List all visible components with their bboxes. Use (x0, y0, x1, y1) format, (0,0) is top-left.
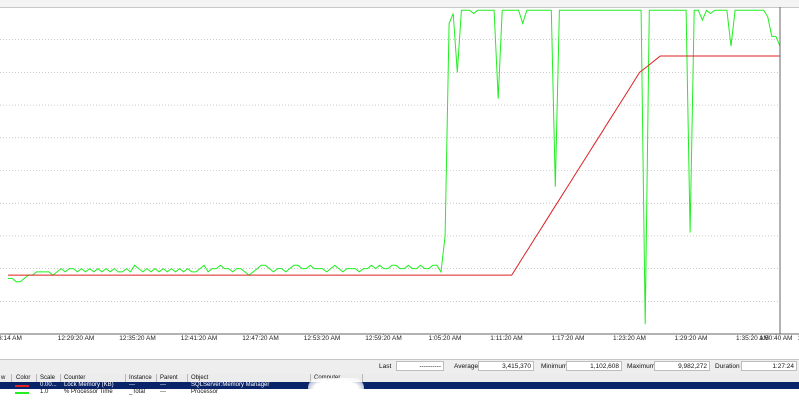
x-tick-label: 1:11:20 AM (490, 335, 523, 342)
row-object: SQLServer:Memory Manager (191, 382, 270, 388)
last-label: Last (379, 363, 392, 370)
x-tick-label: 12:29:20 AM (57, 335, 95, 342)
legend-row-lock-memory[interactable]: 0.00... Lock Memory (KB) --- --- SQLServ… (0, 382, 799, 389)
x-tick-label: 12:35:20 AM (119, 335, 156, 342)
header-instance[interactable]: Instance (129, 374, 152, 382)
row-scale: 0.00... (40, 382, 57, 388)
performance-graph (0, 7, 799, 335)
row-object: Processor (191, 389, 219, 395)
minimum-value: 1,102,608 (566, 361, 622, 371)
maximum-label: Maximum (627, 363, 656, 370)
x-tick-label: 1:17:20 AM (551, 335, 585, 342)
row-scale: 1.0 (40, 389, 49, 395)
color-swatch (15, 385, 29, 387)
average-value: 3,415,370 (478, 361, 534, 371)
header-parent[interactable]: Parent (160, 374, 178, 382)
row-parent: --- (160, 389, 166, 395)
header-show[interactable]: w (1, 374, 5, 382)
series-line (8, 55, 780, 276)
x-tick-label: 1:23:20 AM (613, 335, 646, 342)
x-tick-label: 1:50:40 AM (759, 335, 793, 342)
last-value: ---------- (396, 361, 444, 371)
header-counter[interactable]: Counter (64, 374, 85, 382)
x-tick-label: 1:29:20 AM (674, 335, 708, 342)
duration-label: Duration (715, 363, 740, 370)
x-tick-label: 1:05:20 AM (428, 335, 462, 342)
x-tick-label: 12:47:20 AM (242, 335, 279, 342)
redacted-computer-name (308, 378, 364, 398)
series-line (8, 9, 781, 325)
statistics-bar: Last ---------- Average 3,415,370 Minimu… (0, 359, 799, 375)
row-parent: --- (160, 382, 166, 388)
row-instance: --- (129, 382, 135, 388)
duration-value: 1:27:24 (741, 361, 797, 371)
header-object[interactable]: Object (191, 374, 208, 382)
header-color[interactable]: Color (16, 374, 30, 382)
x-tick-label: 12:53:20 AM (303, 335, 341, 342)
maximum-value: 9,982,272 (654, 361, 710, 371)
row-instance: _Total (129, 389, 146, 395)
header-scale[interactable]: Scale (40, 374, 55, 382)
color-swatch (15, 392, 29, 394)
row-counter: Lock Memory (KB) (64, 382, 114, 388)
x-tick-label: 12:41:20 AM (180, 335, 218, 342)
legend-row-processor-time[interactable]: 1.0 % Processor Time _Total --- Processo… (0, 389, 799, 396)
row-counter: % Processor Time (64, 389, 113, 395)
minimum-label: Minimum (541, 363, 568, 370)
average-label: Average (454, 363, 479, 370)
x-tick-label: 12:59:20 AM (365, 335, 402, 342)
x-tick-label: 3:14 AM (0, 335, 22, 342)
